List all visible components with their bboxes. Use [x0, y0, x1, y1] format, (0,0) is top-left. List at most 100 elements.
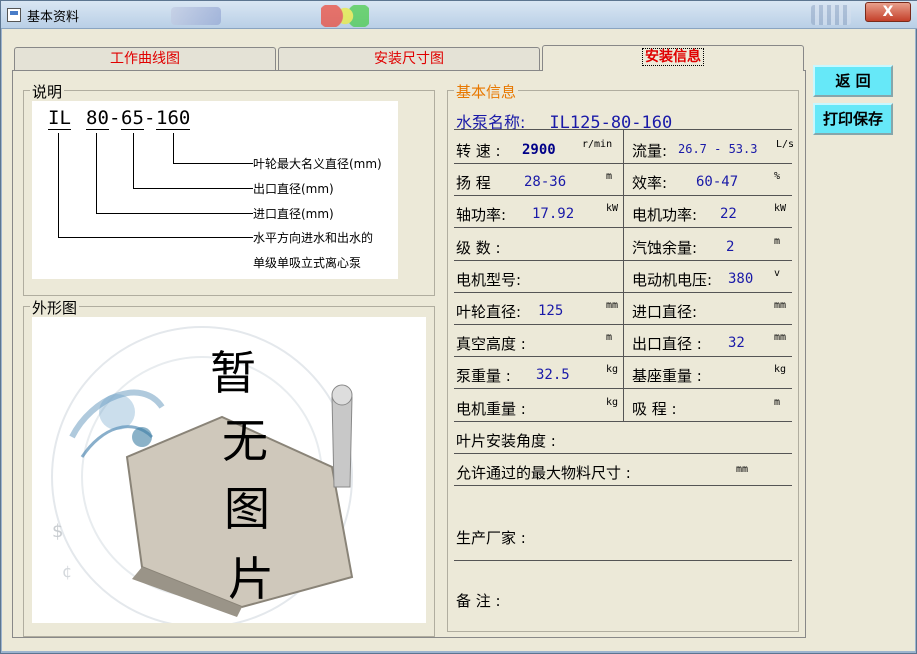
model-part-outlet: 65: [121, 107, 144, 130]
no-image-placeholder: $ ¢ 暂 无 图 片: [32, 317, 426, 623]
legend-impeller-diameter: 叶轮最大名义直径(mm): [253, 157, 382, 171]
info-unit: kW: [606, 203, 619, 215]
info-value: 32: [728, 335, 745, 352]
tab-install-info[interactable]: 安装信息: [542, 45, 804, 71]
svg-text:$: $: [52, 521, 63, 542]
info-unit: mm: [774, 300, 787, 311]
svg-text:¢: ¢: [62, 562, 72, 581]
info-value: 22: [720, 206, 737, 223]
basic-info-title: 基本信息: [454, 81, 519, 102]
info-unit: m: [606, 332, 613, 344]
tab-panel: 说明 IL 80 - 65 - 160 叶轮最大名义直径(mm) 出口直径(mm…: [12, 70, 806, 638]
tab-install-info-label: 安装信息: [642, 48, 704, 66]
placeholder-char: 图: [224, 482, 270, 536]
info-unit: v: [774, 267, 781, 279]
info-unit: r/min: [582, 139, 613, 150]
model-part-il: IL: [48, 107, 71, 130]
info-value: 2: [726, 238, 735, 255]
info-value: 125: [538, 303, 564, 319]
close-button[interactable]: X: [865, 2, 911, 22]
info-label: 基座重量 :: [632, 367, 702, 386]
info-unit: m: [606, 171, 613, 183]
info-label: 吸 程 :: [632, 399, 677, 418]
column-divider: [623, 129, 624, 421]
info-value: 60-47: [696, 174, 739, 191]
info-unit: kW: [774, 203, 787, 215]
titlebar-decoration: [171, 7, 221, 25]
info-value: 17.92: [532, 206, 575, 223]
info-value: 2900: [522, 142, 556, 158]
info-value: 32.5: [536, 367, 570, 384]
info-unit: m: [774, 396, 781, 408]
info-value: 26.7 - 53.3: [678, 142, 758, 156]
app-icon: [7, 8, 21, 22]
leader-line: [173, 163, 253, 164]
tab-install-size[interactable]: 安装尺寸图: [278, 47, 540, 71]
leader-line: [58, 133, 59, 237]
info-label: 电机重量 :: [456, 399, 526, 418]
max-material-label: 允许通过的最大物料尺寸 :: [456, 463, 631, 482]
info-label: 汽蚀余量:: [632, 238, 698, 257]
placeholder-char: 暂: [210, 346, 256, 400]
row-divider: [454, 484, 792, 486]
shape-group: 外形图 $ ¢ 暂 无 图 片: [23, 297, 435, 637]
legend-horizontal-inout: 水平方向进水和出水的: [253, 231, 374, 245]
placeholder-char: 片: [228, 552, 274, 606]
model-part-impeller: 160: [156, 107, 191, 130]
info-unit: mm: [606, 300, 619, 311]
info-unit: mm: [774, 332, 787, 344]
info-label: 电机型号:: [456, 270, 522, 289]
print-save-button[interactable]: 打印保存: [813, 103, 893, 135]
placeholder-char: 无: [222, 414, 268, 468]
row-divider: [454, 559, 792, 561]
info-value: 28-36: [524, 174, 567, 191]
model-part-dash: -: [144, 107, 156, 129]
shape-title: 外形图: [30, 297, 80, 318]
info-label: 转 速 :: [456, 142, 501, 160]
title-bar[interactable]: 基本资料 X: [1, 1, 917, 29]
titlebar-decoration: [321, 5, 369, 27]
leader-line: [133, 133, 134, 188]
info-unit: m: [774, 235, 781, 247]
leader-line: [173, 133, 174, 163]
blade-angle-label: 叶片安装角度 :: [456, 431, 556, 450]
info-label: 叶轮直径:: [456, 303, 522, 321]
info-value: 380: [728, 270, 754, 287]
info-label: 效率:: [632, 174, 668, 193]
info-label: 泵重量 :: [456, 367, 511, 386]
info-label: 轴功率:: [456, 206, 507, 225]
info-label: 流量:: [632, 142, 668, 160]
basic-info-group: 基本信息 水泵名称: IL125-80-160 转 速 :2900 r/min 流量:…: [447, 81, 799, 632]
info-label: 电动机电压:: [632, 270, 713, 289]
client-area: 工作曲线图 安装尺寸图 安装信息 说明 IL 80 - 65 - 160 叶轮最…: [2, 29, 915, 651]
leader-line: [96, 133, 97, 213]
info-label: 进口直径:: [632, 303, 698, 321]
legend-pump-type: 单级单吸立式离心泵: [253, 256, 362, 270]
tab-work-curve[interactable]: 工作曲线图: [14, 47, 276, 71]
legend-outlet-diameter: 出口直径(mm): [253, 182, 334, 196]
description-title: 说明: [30, 81, 65, 102]
info-label: 电机功率:: [632, 206, 698, 225]
leader-line: [96, 213, 253, 214]
info-unit: L/s: [776, 139, 795, 150]
info-unit: kg: [774, 364, 787, 376]
titlebar-decoration: [811, 5, 851, 25]
max-material-unit: mm: [736, 463, 749, 475]
info-unit: %: [774, 171, 781, 183]
row-divider: [454, 452, 792, 454]
description-group: 说明 IL 80 - 65 - 160 叶轮最大名义直径(mm) 出口直径(mm…: [23, 81, 435, 296]
window-title: 基本资料: [27, 10, 80, 25]
legend-inlet-diameter: 进口直径(mm): [253, 207, 334, 221]
pump-name-value: IL125-80-160: [549, 113, 673, 133]
model-part-inlet: 80: [86, 107, 109, 130]
back-button[interactable]: 返 回: [813, 65, 893, 97]
info-label: 扬 程: [456, 174, 491, 193]
leader-line: [133, 188, 253, 189]
model-description-box: IL 80 - 65 - 160 叶轮最大名义直径(mm) 出口直径(mm) 进…: [32, 101, 398, 279]
manufacturer-label: 生产厂家 :: [456, 528, 526, 547]
info-unit: kg: [606, 364, 619, 376]
info-label: 出口直径 :: [632, 335, 702, 354]
info-label: 真空高度 :: [456, 335, 526, 354]
app-window: 基本资料 X 工作曲线图 安装尺寸图 安装信息 说明 IL 80 - 65 - …: [0, 0, 917, 654]
info-unit: kg: [606, 396, 619, 408]
